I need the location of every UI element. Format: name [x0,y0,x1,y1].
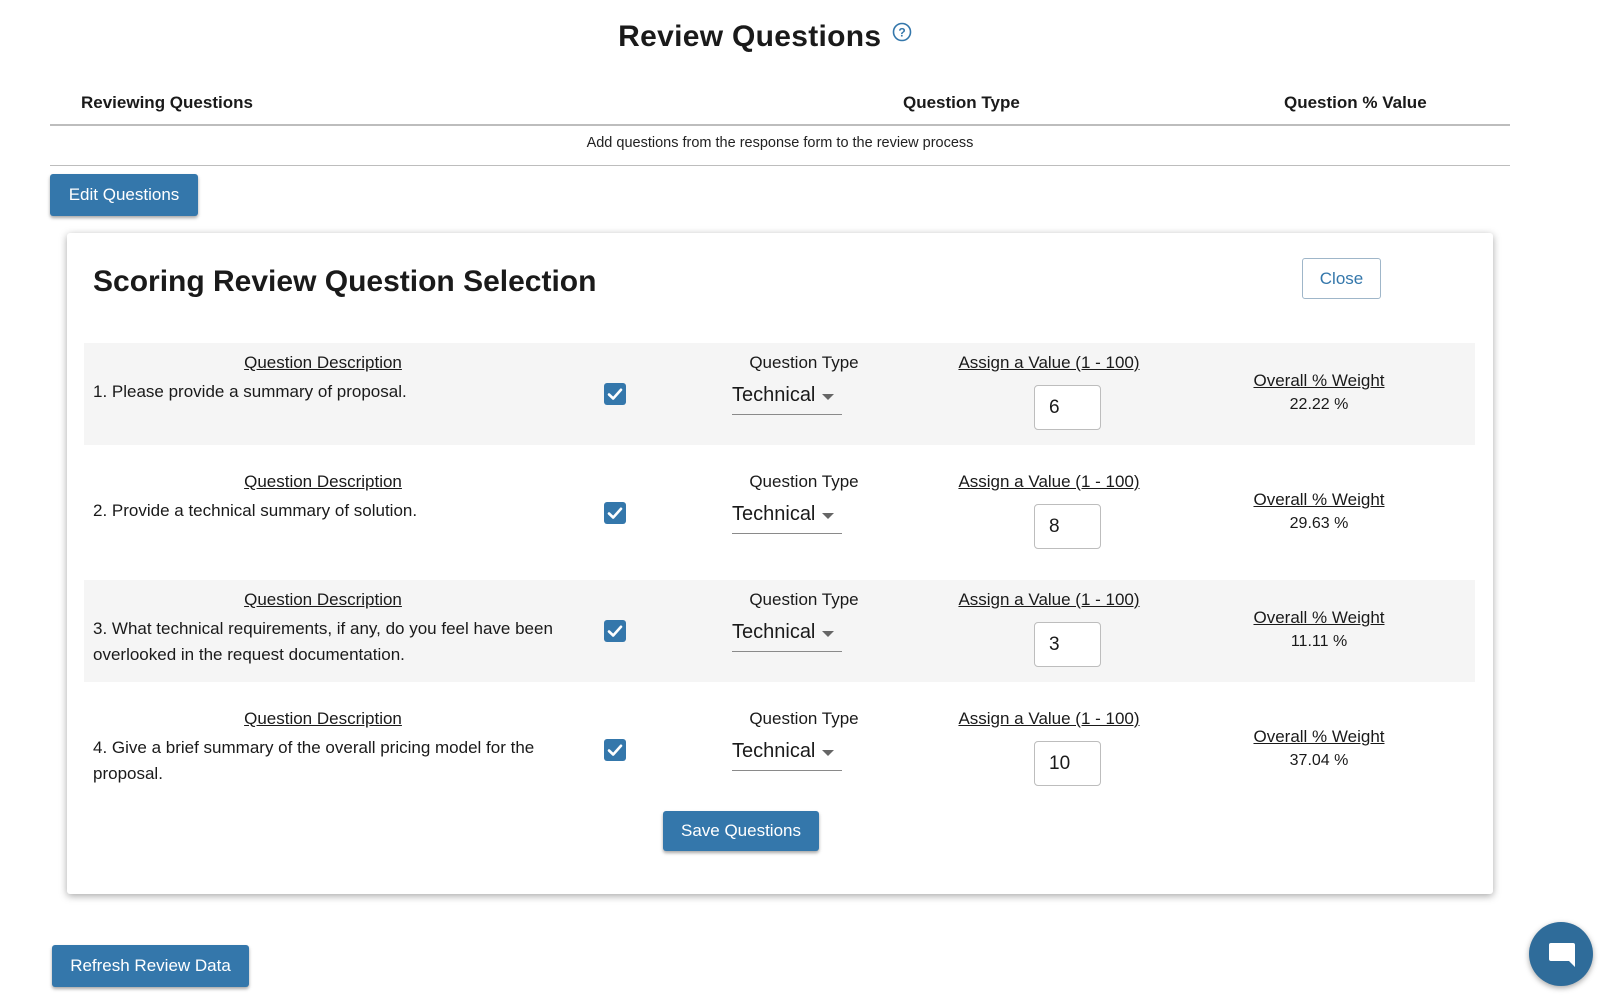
assign-value-label: Assign a Value (1 - 100) [958,590,1140,609]
overall-weight-label: Overall % Weight [1253,727,1385,746]
question-row: Question Description 1. Please provide a… [84,343,1475,445]
question-row: Question Description 2. Provide a techni… [84,462,1475,564]
svg-text:?: ? [898,25,905,39]
empty-table-message: Add questions from the response form to … [50,128,1510,166]
overall-weight-label: Overall % Weight [1253,371,1385,390]
refresh-review-data-button[interactable]: Refresh Review Data [52,945,249,987]
close-button[interactable]: Close [1302,258,1381,299]
assign-value-input[interactable] [1034,504,1101,549]
page-title: Review Questions [618,20,882,53]
question-description-text: 2. Provide a technical summary of soluti… [93,501,418,520]
question-include-checkbox[interactable] [604,620,626,642]
header-reviewing-questions: Reviewing Questions [81,93,253,112]
question-type-label: Question Type [749,590,859,609]
checkmark-icon [607,625,623,637]
panel-title: Scoring Review Question Selection [93,265,597,298]
checkmark-icon [607,744,623,756]
question-description-text: 3. What technical requirements, if any, … [93,619,553,664]
question-type-value: Technical [732,621,816,643]
save-questions-button[interactable]: Save Questions [663,811,819,851]
page-header: Review Questions ? [0,20,1530,54]
question-include-checkbox[interactable] [604,502,626,524]
overall-weight-value: 22.22 % [1289,396,1349,413]
assign-value-input[interactable] [1034,741,1101,786]
question-type-value: Technical [732,503,816,525]
assign-value-input[interactable] [1034,385,1101,430]
question-type-value: Technical [732,740,816,762]
question-description-text: 1. Please provide a summary of proposal. [93,382,407,401]
question-include-checkbox[interactable] [604,383,626,405]
caret-down-icon [822,513,834,519]
checkmark-icon [607,388,623,400]
question-type-select[interactable]: Technical [732,737,842,771]
scoring-question-selection-panel: Scoring Review Question Selection Close … [67,233,1493,894]
question-description-label: Question Description [244,353,402,372]
overall-weight-value: 37.04 % [1289,752,1349,769]
question-type-label: Question Type [749,709,859,728]
question-include-checkbox[interactable] [604,739,626,761]
edit-questions-button[interactable]: Edit Questions [50,174,198,216]
question-type-value: Technical [732,384,816,406]
assign-value-label: Assign a Value (1 - 100) [958,709,1140,728]
checkmark-icon [607,507,623,519]
assign-value-label: Assign a Value (1 - 100) [958,472,1140,491]
question-type-label: Question Type [749,353,859,372]
assign-value-input[interactable] [1034,622,1101,667]
header-question-value: Question % Value [1284,93,1427,112]
question-row: Question Description 4. Give a brief sum… [84,699,1475,801]
question-description-label: Question Description [244,709,402,728]
question-row: Question Description 3. What technical r… [84,580,1475,682]
header-question-type: Question Type [903,93,1020,112]
overall-weight-value: 11.11 % [1290,633,1348,650]
overall-weight-value: 29.63 % [1289,515,1349,532]
overall-weight-label: Overall % Weight [1253,608,1385,627]
review-questions-table-header: Reviewing Questions Question Type Questi… [50,90,1510,126]
question-description-label: Question Description [244,472,402,491]
question-type-select[interactable]: Technical [732,381,842,415]
chat-widget-button[interactable] [1529,922,1593,986]
caret-down-icon [822,750,834,756]
question-type-select[interactable]: Technical [732,618,842,652]
assign-value-label: Assign a Value (1 - 100) [958,353,1140,372]
question-description-label: Question Description [244,590,402,609]
overall-weight-label: Overall % Weight [1253,490,1385,509]
question-type-label: Question Type [749,472,859,491]
question-circle-icon[interactable]: ? [892,22,912,42]
question-description-text: 4. Give a brief summary of the overall p… [93,738,535,783]
caret-down-icon [822,394,834,400]
question-type-select[interactable]: Technical [732,500,842,534]
caret-down-icon [822,631,834,637]
chat-bubble-icon [1549,943,1575,967]
